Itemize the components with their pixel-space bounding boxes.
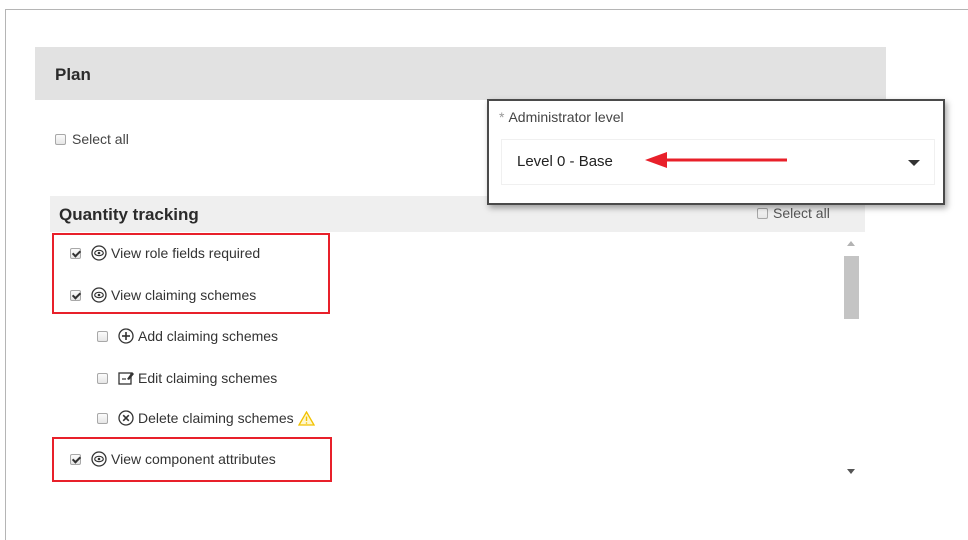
plan-title: Plan xyxy=(55,65,91,84)
plan-header: Plan xyxy=(35,47,886,100)
list-item[interactable]: Add claiming schemes xyxy=(97,328,278,344)
warning-icon xyxy=(297,410,315,426)
plan-select-all-checkbox[interactable] xyxy=(55,133,66,145)
edit-icon xyxy=(118,372,134,385)
highlight-box-component-attributes xyxy=(52,437,332,482)
quantity-tracking-select-all[interactable]: Select all xyxy=(757,205,830,221)
permission-checkbox[interactable] xyxy=(97,412,108,424)
administrator-level-label-text: Administrator level xyxy=(508,109,624,125)
delete-icon xyxy=(118,410,134,426)
quantity-tracking-select-all-label: Select all xyxy=(773,205,830,221)
add-icon xyxy=(118,328,134,344)
permission-checkbox[interactable] xyxy=(97,330,108,342)
required-marker: * xyxy=(499,109,505,125)
permission-checkbox[interactable] xyxy=(97,372,108,384)
quantity-tracking-select-all-checkbox[interactable] xyxy=(757,207,768,219)
scroll-down-arrow-icon[interactable] xyxy=(847,469,855,474)
plan-select-all-label: Select all xyxy=(72,131,129,147)
highlight-box-view-permissions xyxy=(52,233,330,314)
list-item[interactable]: Edit claiming schemes xyxy=(97,370,277,386)
scroll-thumb[interactable] xyxy=(844,256,859,319)
permission-label: Edit claiming schemes xyxy=(138,370,278,386)
permission-label: Delete claiming schemes xyxy=(138,410,294,426)
plan-select-all[interactable]: Select all xyxy=(55,131,129,147)
administrator-level-label: * Administrator level xyxy=(499,109,624,125)
chevron-down-icon[interactable] xyxy=(908,160,920,166)
annotation-arrow-icon xyxy=(645,152,787,168)
permission-label: Add claiming schemes xyxy=(138,328,279,344)
scroll-up-arrow-icon[interactable] xyxy=(847,241,855,246)
administrator-level-value: Level 0 - Base xyxy=(517,153,613,170)
quantity-tracking-title: Quantity tracking xyxy=(59,205,199,224)
list-scrollbar[interactable] xyxy=(843,233,860,483)
list-item[interactable]: Delete claiming schemes xyxy=(97,410,315,426)
